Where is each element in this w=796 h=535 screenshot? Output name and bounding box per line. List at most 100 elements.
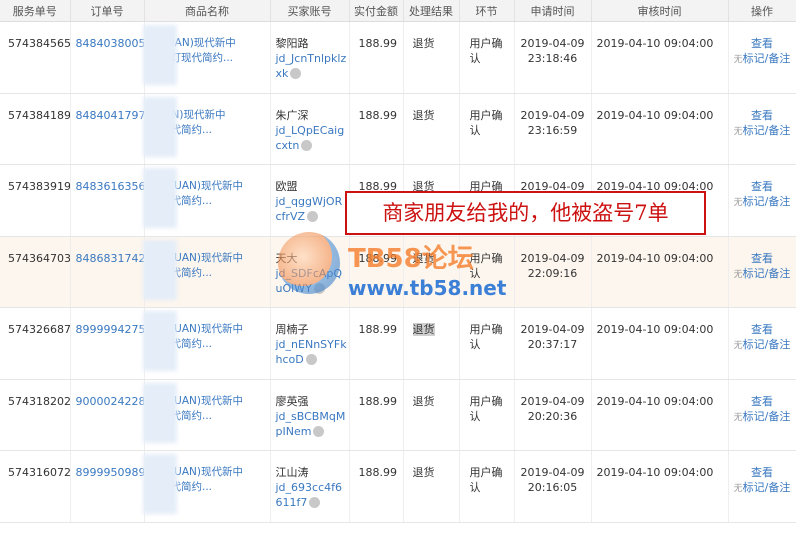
annotation-note: 商家朋友给我的，他被盗号7单 xyxy=(345,191,706,235)
product-name-line[interactable]: BAIXUAN)现代新中 xyxy=(150,322,269,337)
product-name-line[interactable]: 灯现代简约... xyxy=(150,337,269,352)
apply-date: 2019-04-09 xyxy=(520,108,585,122)
order-no-link[interactable]: 84840417978 xyxy=(76,109,144,122)
mark-note-link[interactable]: 标记/备注 xyxy=(743,267,791,280)
product-name-line[interactable]: 灯现代简约... xyxy=(150,194,269,209)
product-cell[interactable]: XUAN)现代新中 灯现代简约... xyxy=(144,93,271,165)
product-name-line[interactable]: 灯现代简约... xyxy=(150,123,269,138)
table-row: 57436470384868317426BAIXUAN)现代新中灯现代简约...… xyxy=(0,236,796,308)
amount: 188.99 xyxy=(358,466,398,479)
review-time: 2019-04-10 09:04:00 xyxy=(596,323,714,336)
mark-note-link[interactable]: 标记/备注 xyxy=(743,52,791,65)
mark-note-link[interactable]: 标记/备注 xyxy=(743,481,791,494)
product-cell[interactable]: BAIXUAN)现代新中 灯现代简约... xyxy=(144,379,271,451)
product-name-line[interactable]: BAIXUAN)现代新中 xyxy=(150,394,269,409)
apply-time-cell: 2019-04-09 23:18:46 xyxy=(514,21,592,94)
buyer-name: 周楠子 xyxy=(275,323,309,336)
apply-time-cell: 2019-04-09 20:37:17 xyxy=(514,307,592,380)
buyer-cell: 黎阳路 jd_JcnTnlpklzxk xyxy=(270,21,350,94)
apply-date: 2019-04-09 xyxy=(520,37,585,50)
col-amount: 实付金额 xyxy=(349,0,404,22)
result-cell: 退货 xyxy=(403,379,460,451)
amount: 188.99 xyxy=(358,37,398,50)
col-ops: 操作 xyxy=(728,0,796,22)
result: 退货 xyxy=(412,251,435,265)
view-link[interactable]: 查看 xyxy=(730,179,795,194)
mark-note-link[interactable]: 标记/备注 xyxy=(743,338,791,351)
apply-clock: 20:37:17 xyxy=(527,338,578,351)
amount-cell: 188.99 xyxy=(349,379,404,451)
chat-icon[interactable] xyxy=(301,139,313,151)
apply-date: 2019-04-09 xyxy=(520,466,585,479)
product-cell[interactable]: AIXUAN)现代新中 客厅灯现代简约... xyxy=(144,21,271,94)
stage: 用户确认 xyxy=(469,466,503,494)
review-time-cell: 2019-04-10 09:04:00 xyxy=(591,21,729,94)
order-no-link[interactable]: 8999950989 xyxy=(76,466,144,479)
order-no-cell[interactable]: 8484038005 xyxy=(70,21,145,94)
order-no-cell[interactable]: 84868317426 xyxy=(70,236,145,308)
product-name-line[interactable]: XUAN)现代新中 xyxy=(150,108,269,123)
service-no: 574364703 xyxy=(8,251,70,265)
order-no-cell[interactable]: 84836163568 xyxy=(70,164,145,237)
chat-icon[interactable] xyxy=(307,211,319,222)
order-no-cell[interactable]: 84840417978 xyxy=(70,93,145,165)
order-no-link[interactable]: 89999942759 xyxy=(76,323,144,336)
ops-cell: 查看无标记/备注 xyxy=(728,307,796,380)
order-no-link[interactable]: 90000242285 xyxy=(76,395,144,408)
product-name-line[interactable]: BAIXUAN)现代新中 xyxy=(150,465,269,480)
amount-cell: 188.99 xyxy=(349,93,404,165)
product-cell[interactable]: BAIXUAN)现代新中 灯现代简约... xyxy=(144,450,271,523)
view-link[interactable]: 查看 xyxy=(730,465,795,480)
product-name-line[interactable]: 客厅灯现代简约... xyxy=(150,51,269,66)
col-buyer: 买家账号 xyxy=(270,0,350,22)
ops-cell: 查看 无标记/备注 xyxy=(728,164,796,237)
buyer-account-link[interactable]: jd_SDFcApQuOlWY xyxy=(276,267,343,295)
view-link[interactable]: 查看 xyxy=(730,251,795,266)
product-cell[interactable]: BAIXUAN)现代新中 灯现代简约... xyxy=(144,164,271,237)
product-name-line[interactable]: 灯现代简约... xyxy=(150,409,269,424)
result-cell: 退货 xyxy=(403,450,460,523)
buyer-cell: 廖英强 jd_sBCBMqMpINem xyxy=(270,379,350,451)
view-link[interactable]: 查看 xyxy=(730,108,795,123)
amount: 188.99 xyxy=(358,251,398,265)
order-no-cell[interactable]: 89999942759 xyxy=(70,307,145,380)
order-no-link[interactable]: 84836163568 xyxy=(76,180,144,193)
chat-icon[interactable] xyxy=(313,425,325,437)
product-name-line[interactable]: 灯现代简约... xyxy=(150,480,269,495)
table-row: 57432668789999942759BAIXUAN)现代新中灯现代简约...… xyxy=(0,307,796,380)
product-name-line[interactable]: AIXUAN)现代新中 xyxy=(150,36,269,51)
buyer-account-link[interactable]: jd_sBCBMqMpINem xyxy=(276,410,346,438)
product-cell[interactable]: BAIXUAN)现代新中 灯现代简约... xyxy=(144,236,271,308)
mark-note-link[interactable]: 标记/备注 xyxy=(743,124,791,137)
view-link[interactable]: 查看 xyxy=(730,394,795,409)
view-link[interactable]: 查看 xyxy=(730,36,795,51)
order-no-link[interactable]: 8484038005 xyxy=(76,37,144,50)
product-name-line[interactable]: BAIXUAN)现代新中 xyxy=(150,179,269,194)
chat-icon[interactable] xyxy=(309,497,321,508)
mark-note-link[interactable]: 标记/备注 xyxy=(743,195,791,208)
no-mark-label: 无 xyxy=(733,341,743,351)
service-no: 574326687 xyxy=(8,323,70,336)
view-link[interactable]: 查看 xyxy=(730,322,795,337)
table-row: 574384565 8484038005 AIXUAN)现代新中 客厅灯现代简约...… xyxy=(0,21,796,94)
apply-clock: 20:20:36 xyxy=(527,409,578,423)
mark-note-link[interactable]: 标记/备注 xyxy=(743,410,791,423)
apply-time-cell: 2019-04-09 23:16:59 xyxy=(514,93,592,165)
no-mark-label: 无 xyxy=(733,412,743,423)
col-apply-time: 申请时间 xyxy=(514,0,592,22)
chat-icon[interactable] xyxy=(290,68,302,79)
order-no-link[interactable]: 84868317426 xyxy=(76,252,144,265)
chat-icon[interactable] xyxy=(313,282,325,294)
col-service-no: 服务单号 xyxy=(0,0,71,22)
product-name-line[interactable]: BAIXUAN)现代新中 xyxy=(150,251,269,266)
product-cell[interactable]: BAIXUAN)现代新中 灯现代简约... xyxy=(144,307,271,380)
stage-cell: 用户确认 xyxy=(459,450,515,523)
chat-icon[interactable] xyxy=(305,354,317,365)
order-no-cell[interactable]: 8999950989 xyxy=(70,450,145,523)
order-no-cell[interactable]: 90000242285 xyxy=(70,379,145,451)
review-time-cell: 2019-04-10 09:04:00 xyxy=(591,93,729,165)
product-name-line[interactable]: 灯现代简约... xyxy=(150,266,269,281)
result-cell: 退货 xyxy=(403,236,460,308)
col-product: 商品名称 xyxy=(144,0,271,22)
buyer-account-link[interactable]: jd_JcnTnlpklzxk xyxy=(276,52,347,80)
